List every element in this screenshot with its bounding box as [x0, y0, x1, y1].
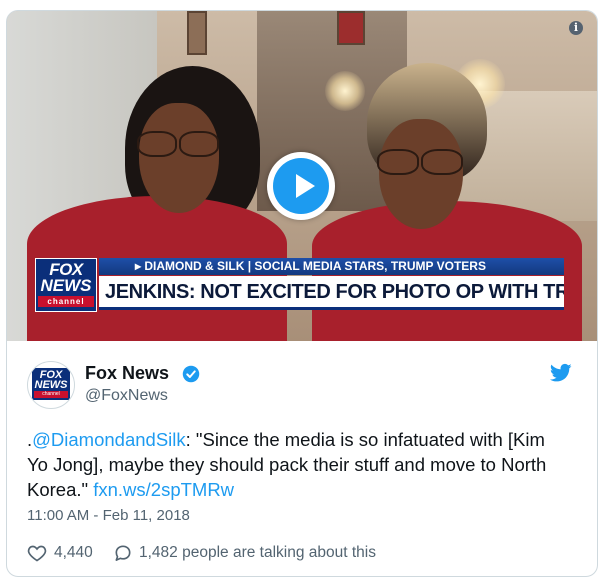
twitter-bird-icon[interactable] [550, 363, 572, 383]
play-button[interactable] [267, 152, 335, 220]
chyron-subtitle: ▸ DIAMOND & SILK | SOCIAL MEDIA STARS, T… [99, 258, 564, 275]
chyron-headline: JENKINS: NOT EXCITED FOR PHOTO OP WITH T… [99, 276, 564, 310]
glasses [179, 131, 219, 157]
picture-frame [187, 11, 207, 55]
reply-bubble-icon[interactable] [113, 543, 133, 563]
embedded-tweet-card[interactable]: i FOX NEWS channel ▸ DIAMOND & SILK | SO… [6, 10, 598, 577]
mention-link[interactable]: @DiamondandSilk [32, 429, 186, 450]
logo-news-text: NEWS [40, 276, 92, 295]
avatar[interactable]: FOX NEWS channel [27, 361, 75, 409]
glasses [421, 149, 463, 175]
avatar-channel-text: channel [34, 391, 68, 398]
fox-news-avatar-logo: FOX NEWS channel [32, 368, 70, 400]
face [139, 103, 219, 213]
avatar-news-text: NEWS [34, 379, 68, 391]
picture-frame [337, 11, 365, 45]
glasses [377, 149, 419, 175]
author-name[interactable]: Fox News [85, 363, 169, 384]
talking-about-link[interactable]: 1,482 people are talking about this [139, 544, 376, 562]
author-handle[interactable]: @FoxNews [85, 387, 168, 405]
video-thumbnail[interactable]: i FOX NEWS channel ▸ DIAMOND & SILK | SO… [7, 11, 597, 341]
play-icon [273, 158, 329, 214]
glasses [137, 131, 177, 157]
fox-news-logo: FOX NEWS channel [35, 258, 97, 312]
heart-icon[interactable] [27, 543, 47, 563]
like-count[interactable]: 4,440 [54, 544, 93, 562]
tweet-text: .@DiamondandSilk: "Since the media is so… [27, 427, 567, 502]
logo-channel-text: channel [38, 296, 94, 307]
info-icon[interactable]: i [569, 21, 583, 35]
verified-badge-icon [182, 365, 200, 383]
tweet-timestamp[interactable]: 11:00 AM - Feb 11, 2018 [27, 507, 190, 524]
lamp-glow [325, 71, 365, 111]
tweet-url-link[interactable]: fxn.ws/2spTMRw [93, 479, 234, 500]
